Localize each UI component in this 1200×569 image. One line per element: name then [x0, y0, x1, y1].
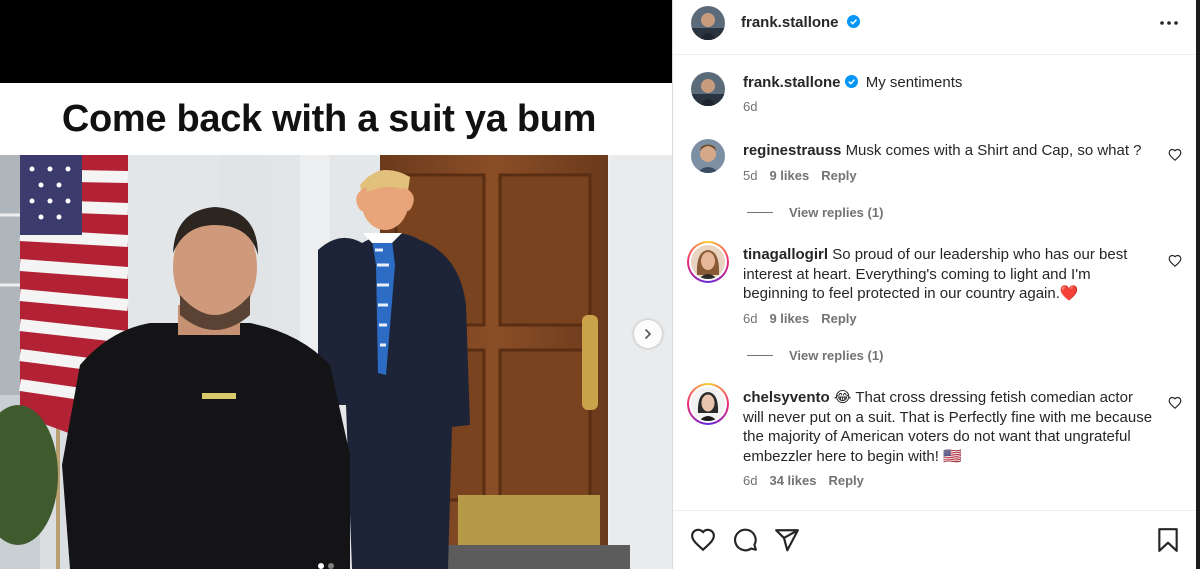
verified-badge-icon	[846, 15, 860, 28]
post-caption: frank.stallone My sentiments 6d	[673, 55, 1197, 125]
commenter-avatar	[691, 387, 725, 421]
replies-divider	[747, 212, 773, 213]
caption-text-row: frank.stallone My sentiments	[743, 73, 1153, 93]
bookmark-icon[interactable]	[1155, 527, 1181, 553]
post-sidebar: frank.stallone frank.stallone My sentime…	[672, 0, 1197, 569]
more-options-icon[interactable]	[1157, 14, 1181, 32]
replies-divider	[747, 355, 773, 356]
comment-meta: 5d 9 likes Reply	[743, 168, 857, 183]
comment-meta: 6d 34 likes Reply	[743, 473, 864, 488]
carousel-dot	[328, 563, 334, 569]
avatar-image	[691, 387, 725, 421]
comment-item: chelsyvento 😂 That cross dressing fetish…	[673, 380, 1197, 505]
comment-text: Musk comes with a Shirt and Cap, so what…	[845, 142, 1142, 159]
comment-item: reginestrauss Musk comes with a Shirt an…	[673, 125, 1197, 235]
caption-meta: 6d	[743, 99, 757, 114]
like-comment-heart-icon[interactable]	[1168, 254, 1182, 268]
view-replies-button[interactable]: View replies (1)	[747, 205, 883, 220]
comment-timestamp[interactable]: 5d	[743, 168, 757, 183]
post-photo	[0, 155, 672, 569]
comment-username[interactable]: chelsyvento	[743, 389, 830, 406]
avatar-image	[691, 245, 725, 279]
carousel-indicator	[318, 563, 334, 569]
avatar-image	[691, 6, 725, 40]
view-replies-label: View replies (1)	[789, 348, 884, 363]
post-header: frank.stallone	[673, 0, 1197, 55]
author-avatar[interactable]	[691, 6, 725, 40]
comment-reply-button[interactable]: Reply	[828, 473, 863, 488]
comment-meta: 6d 9 likes Reply	[743, 311, 857, 326]
avatar-image	[691, 139, 725, 173]
like-comment-heart-icon[interactable]	[1168, 148, 1182, 162]
story-ring[interactable]	[687, 383, 729, 425]
comment-username[interactable]: tinagallogirl	[743, 246, 828, 263]
like-comment-heart-icon[interactable]	[1168, 396, 1182, 410]
commenter-avatar	[691, 245, 725, 279]
avatar-image	[691, 72, 725, 106]
view-replies-label: View replies (1)	[789, 205, 884, 220]
meme-caption-banner: Come back with a suit ya bum	[0, 83, 672, 155]
caption-timestamp[interactable]: 6d	[743, 99, 757, 114]
comment-username[interactable]: reginestrauss	[743, 142, 841, 159]
author-username[interactable]: frank.stallone	[741, 14, 839, 31]
comment-likes[interactable]: 34 likes	[769, 473, 816, 488]
carousel-next-button[interactable]	[634, 320, 662, 348]
comment-text-row: chelsyvento 😂 That cross dressing fetish…	[743, 388, 1153, 466]
comment-timestamp[interactable]: 6d	[743, 473, 757, 488]
share-icon[interactable]	[774, 527, 800, 553]
window-edge	[1196, 0, 1200, 569]
caption-username[interactable]: frank.stallone	[743, 74, 841, 91]
verified-badge-icon	[844, 75, 858, 88]
comment-timestamp[interactable]: 6d	[743, 311, 757, 326]
comment-text-row: tinagallogirl So proud of our leadership…	[743, 245, 1153, 304]
meme-caption-text: Come back with a suit ya bum	[61, 97, 597, 140]
commenter-avatar[interactable]	[691, 139, 725, 173]
view-replies-button[interactable]: View replies (1)	[747, 348, 883, 363]
post-action-bar	[673, 510, 1197, 569]
comment-likes[interactable]: 9 likes	[769, 311, 809, 326]
post-media: Come back with a suit ya bum	[0, 0, 672, 569]
chevron-right-icon	[645, 329, 651, 339]
story-ring[interactable]	[687, 241, 729, 283]
comment-reply-button[interactable]: Reply	[821, 168, 856, 183]
comment-item: tinagallogirl So proud of our leadership…	[673, 235, 1197, 380]
comment-likes[interactable]: 9 likes	[769, 168, 809, 183]
comment-text-row: reginestrauss Musk comes with a Shirt an…	[743, 141, 1153, 161]
caption-text: My sentiments	[865, 74, 963, 91]
comment-reply-button[interactable]: Reply	[821, 311, 856, 326]
heart-icon[interactable]	[690, 527, 716, 553]
caption-author-avatar[interactable]	[691, 72, 725, 106]
comment-icon[interactable]	[732, 527, 758, 553]
author-name-row: frank.stallone	[741, 14, 860, 31]
carousel-dot-active	[318, 563, 324, 569]
photo-illustration	[0, 155, 672, 569]
